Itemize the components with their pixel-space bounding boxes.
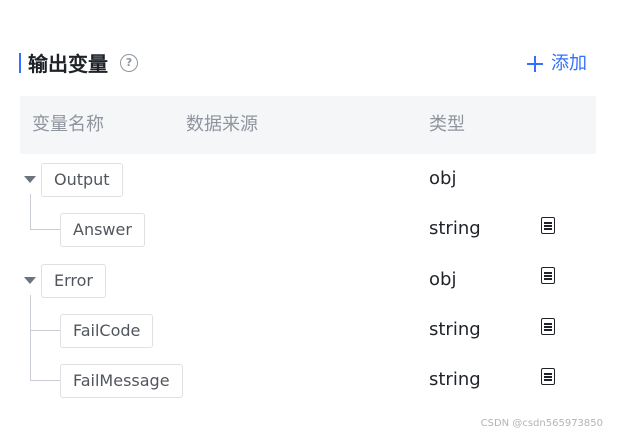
- plus-icon: [527, 56, 543, 72]
- variable-name-tag[interactable]: FailMessage: [60, 364, 183, 398]
- add-variable-button[interactable]: 添加: [527, 50, 587, 78]
- add-button-label: 添加: [551, 53, 587, 74]
- variable-name-tag[interactable]: FailCode: [60, 314, 154, 348]
- document-icon[interactable]: [541, 217, 555, 234]
- help-icon[interactable]: ?: [120, 54, 138, 72]
- document-icon[interactable]: [541, 368, 555, 385]
- document-icon[interactable]: [541, 267, 555, 284]
- table-row: FailMessage string: [0, 364, 618, 414]
- section-title: 输出变量: [28, 52, 108, 76]
- table-row: Answer string: [0, 213, 618, 263]
- variable-type: string: [429, 369, 481, 390]
- variable-name-tag[interactable]: Error: [41, 264, 106, 298]
- watermark: CSDN @csdn565973850: [480, 418, 603, 429]
- output-variables-header: 输出变量 ? 添加: [19, 50, 596, 78]
- variable-name-tag[interactable]: Output: [41, 163, 123, 197]
- variable-type: obj: [429, 168, 457, 189]
- variable-type: string: [429, 218, 481, 239]
- column-header-type: 类型: [429, 114, 465, 135]
- table-row: FailCode string: [0, 314, 618, 364]
- variable-type: obj: [429, 269, 457, 290]
- table-row: Output obj: [0, 163, 618, 213]
- table-header: 变量名称 数据来源 类型: [20, 96, 596, 154]
- accent-bar: [19, 53, 21, 73]
- collapse-caret-icon[interactable]: [24, 176, 36, 183]
- variable-type: string: [429, 319, 481, 340]
- column-header-variable-name: 变量名称: [32, 114, 104, 135]
- variable-name-tag[interactable]: Answer: [60, 213, 145, 247]
- document-icon[interactable]: [541, 318, 555, 335]
- collapse-caret-icon[interactable]: [24, 277, 36, 284]
- table-row: Error obj: [0, 264, 618, 314]
- column-header-data-source: 数据来源: [186, 114, 258, 135]
